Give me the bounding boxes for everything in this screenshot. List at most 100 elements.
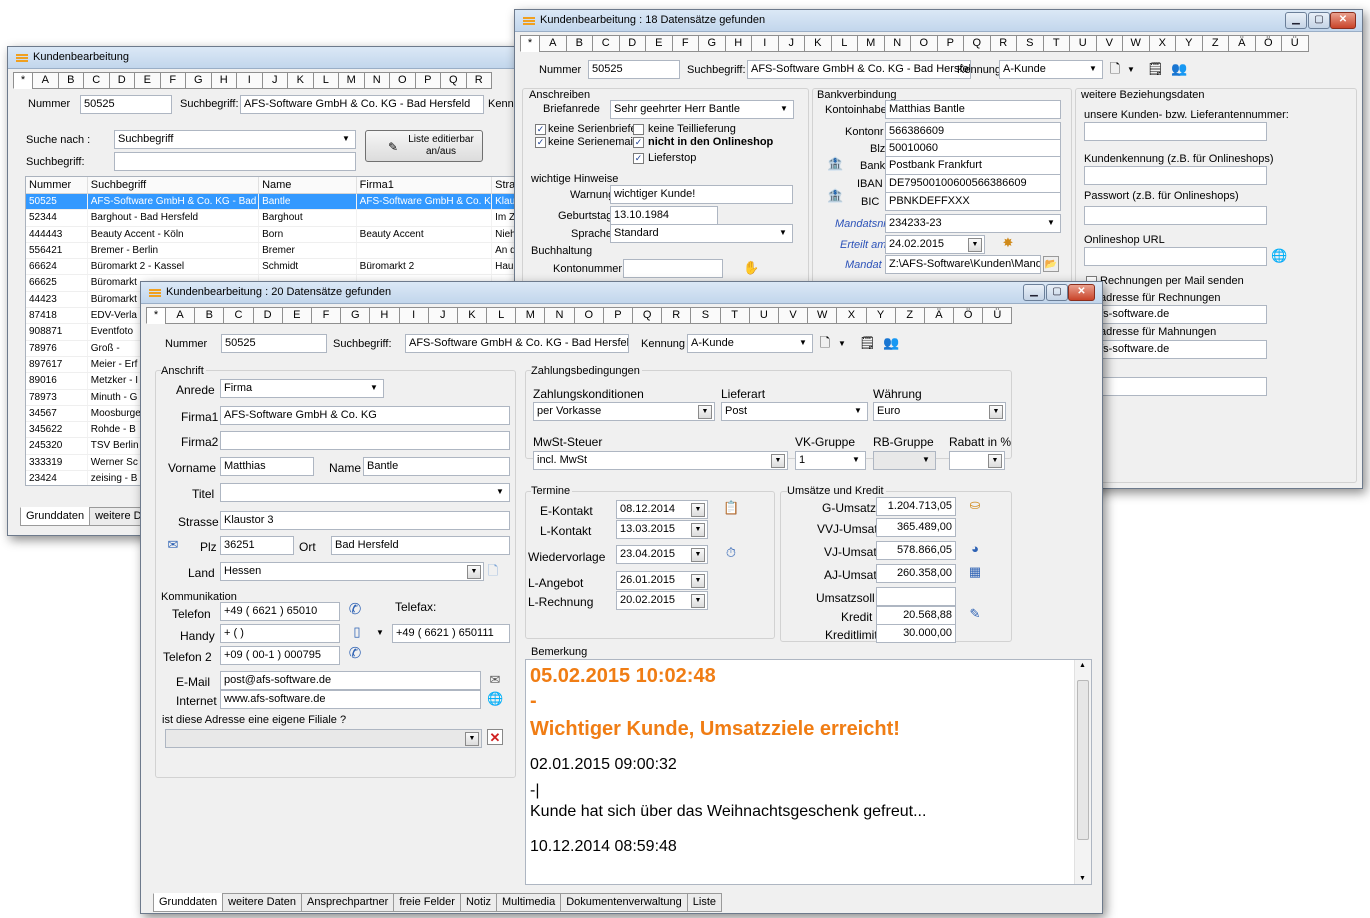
chevron-down-icon[interactable]: ▼ — [691, 523, 705, 537]
email-field[interactable]: post@afs-software.de — [220, 671, 481, 690]
such-field[interactable]: AFS-Software GmbH & Co. KG - Bad Hersfel… — [747, 60, 971, 79]
erteilt-date[interactable]: 24.02.2015 ▼ — [885, 235, 985, 254]
alpha-tab[interactable]: F — [671, 35, 699, 52]
alpha-tab[interactable]: J — [261, 72, 288, 89]
langebot-date[interactable]: 26.01.2015 ▼ — [616, 571, 708, 590]
internet-field[interactable]: www.afs-software.de — [220, 690, 481, 709]
alpha-tab[interactable]: N — [544, 307, 575, 324]
scroll-down-icon[interactable]: ▼ — [1079, 875, 1086, 882]
title-bar[interactable]: Kundenbearbeitung : 20 Datensätze gefund… — [141, 282, 1102, 304]
document-icon[interactable]: 🗋 — [485, 563, 501, 579]
alpha-tab[interactable]: Q — [632, 307, 663, 324]
rb-select[interactable]: ▼ — [873, 451, 936, 470]
zk-select[interactable]: per Vorkasse ▼ — [533, 402, 715, 421]
chevron-down-icon[interactable]: ▼ — [919, 454, 933, 468]
user-search-icon[interactable]: 👥 — [883, 335, 899, 351]
alpha-tab[interactable]: K — [804, 35, 832, 52]
alpha-tab[interactable]: D — [108, 72, 135, 89]
alpha-tab[interactable]: N — [883, 35, 911, 52]
table-row[interactable]: 52344 Barghout - Bad Hersfeld Barghout Im Z — [26, 210, 526, 227]
chevron-down-icon[interactable]: ▼ — [834, 336, 850, 352]
telefon2-field[interactable]: +09 ( 00-1 ) 000795 — [220, 646, 340, 665]
alpha-tab[interactable]: K — [287, 72, 314, 89]
alpha-tab[interactable]: O — [573, 307, 604, 324]
chevron-down-icon[interactable]: ▼ — [1044, 217, 1058, 231]
alpha-tab[interactable]: L — [486, 307, 517, 324]
handy-field[interactable]: + ( ) — [220, 624, 340, 643]
waehrung-select[interactable]: Euro ▼ — [873, 402, 1006, 421]
alpha-tab[interactable]: Z — [1201, 35, 1229, 52]
alpha-tab[interactable]: D — [618, 35, 646, 52]
table-row[interactable]: 556421 Bremer - Berlin Bremer An d — [26, 242, 526, 260]
serienemails-checkbox[interactable]: ✓ — [535, 137, 546, 148]
alpha-tab[interactable]: N — [363, 72, 390, 89]
table-row[interactable]: 50525 AFS-Software GmbH & Co. KG - Bad He… — [26, 194, 526, 211]
alpha-tab[interactable]: Z — [894, 307, 925, 324]
globe-icon[interactable]: 🌐 — [1271, 248, 1287, 264]
coins-icon[interactable]: ⛀ — [967, 497, 983, 513]
maximize-button[interactable]: ▢ — [1308, 12, 1330, 29]
notes-icon[interactable]: 🗒 — [859, 335, 876, 351]
filiale-select[interactable]: ▼ — [165, 729, 482, 748]
alpha-tab[interactable]: Y — [865, 307, 896, 324]
new-document-icon[interactable]: 🗋 — [817, 335, 833, 351]
alpha-tab[interactable]: C — [83, 72, 110, 89]
rechnung-adr-field[interactable]: afs-software.de — [1090, 305, 1267, 324]
such-field[interactable]: AFS-Software GmbH & Co. KG - Bad Hersfel… — [405, 334, 629, 353]
such-field[interactable]: AFS-Software GmbH & Co. KG - Bad Hersfel… — [240, 95, 484, 114]
alpha-tab[interactable]: E — [134, 72, 161, 89]
nummer-field[interactable]: 50525 — [80, 95, 172, 114]
chevron-down-icon[interactable]: ▼ — [796, 337, 810, 351]
mail-letter-icon[interactable]: ✉ — [165, 537, 181, 553]
kennung-select[interactable]: A-Kunde ▼ — [999, 60, 1103, 79]
iban-field[interactable]: DE79500100600566386609 — [885, 174, 1061, 193]
liste-editierbar-button[interactable]: ✎ Liste editierbar an/aus — [365, 130, 483, 162]
alpha-tab[interactable]: E — [281, 307, 312, 324]
alpha-tab[interactable]: R — [661, 307, 692, 324]
alpha-tab[interactable]: F — [159, 72, 186, 89]
kennung-select[interactable]: A-Kunde ▼ — [687, 334, 813, 353]
chevron-down-icon[interactable]: ▼ — [691, 548, 705, 562]
alpha-tab[interactable]: X — [836, 307, 867, 324]
alphabet-tabs[interactable]: * A B C D E F G H I J K L M N O P Q R S T U V W X Y Z Ä Ö Ü — [146, 307, 1013, 324]
alphabet-tabs[interactable]: * A B C D E F G H I J K L M N O P Q R — [13, 72, 492, 89]
pie-chart-icon[interactable]: ◕ — [967, 541, 983, 557]
ajumsatz-field[interactable]: 260.358,00 — [876, 564, 956, 583]
alpha-tab[interactable]: Y — [1175, 35, 1203, 52]
chevron-down-icon[interactable]: ▼ — [691, 574, 705, 588]
minimize-button[interactable]: ▁ — [1023, 284, 1045, 301]
alpha-tab[interactable]: Ä — [1228, 35, 1256, 52]
suchbegriff-input[interactable] — [114, 152, 356, 171]
alpha-tab[interactable]: E — [645, 35, 673, 52]
alpha-tab[interactable]: S — [1016, 35, 1044, 52]
mobile-icon[interactable]: ▯ — [349, 624, 365, 640]
alpha-tab[interactable]: T — [1042, 35, 1070, 52]
alpha-tab[interactable]: Q — [963, 35, 991, 52]
alpha-tab[interactable]: Ä — [923, 307, 955, 324]
alpha-tab[interactable]: W — [1122, 35, 1150, 52]
table-row[interactable]: 66624 Büromarkt 2 - Kassel Schmidt Büromark… — [26, 259, 526, 276]
alpha-tab[interactable]: X — [1148, 35, 1176, 52]
alpha-tab[interactable]: I — [398, 307, 429, 324]
mandatsnr-label[interactable]: Mandatsnr — [835, 218, 887, 230]
rabatt-select[interactable]: ▼ — [949, 451, 1005, 470]
alpha-tab[interactable]: U — [748, 307, 779, 324]
mandatsnr-select[interactable]: 234233-23 ▼ — [885, 214, 1061, 233]
alpha-tab[interactable]: K — [456, 307, 488, 324]
chevron-down-icon[interactable]: ▼ — [849, 454, 863, 468]
chevron-down-icon[interactable]: ▼ — [988, 454, 1002, 468]
ekontakt-date[interactable]: 08.12.2014 ▼ — [616, 500, 708, 519]
alpha-tab[interactable]: C — [223, 307, 254, 324]
alpha-tab[interactable]: M — [857, 35, 885, 52]
chevron-down-icon[interactable]: ▼ — [777, 103, 791, 117]
chevron-down-icon[interactable]: ▼ — [465, 732, 479, 746]
calendar-icon[interactable]: 📋 — [723, 500, 739, 516]
chevron-down-icon[interactable]: ▼ — [493, 486, 507, 500]
bez-url-field[interactable] — [1084, 247, 1267, 266]
mwst-select[interactable]: incl. MwSt ▼ — [533, 451, 788, 470]
alpha-tab[interactable]: S — [690, 307, 721, 324]
sprache-select[interactable]: Standard ▼ — [610, 224, 793, 243]
close-button[interactable]: ✕ — [1330, 12, 1356, 29]
bemerkung-memo[interactable]: 05.02.2015 10:02:48 - Wichtiger Kunde, U… — [525, 659, 1092, 885]
anrede-select[interactable]: Firma ▼ — [220, 379, 384, 398]
